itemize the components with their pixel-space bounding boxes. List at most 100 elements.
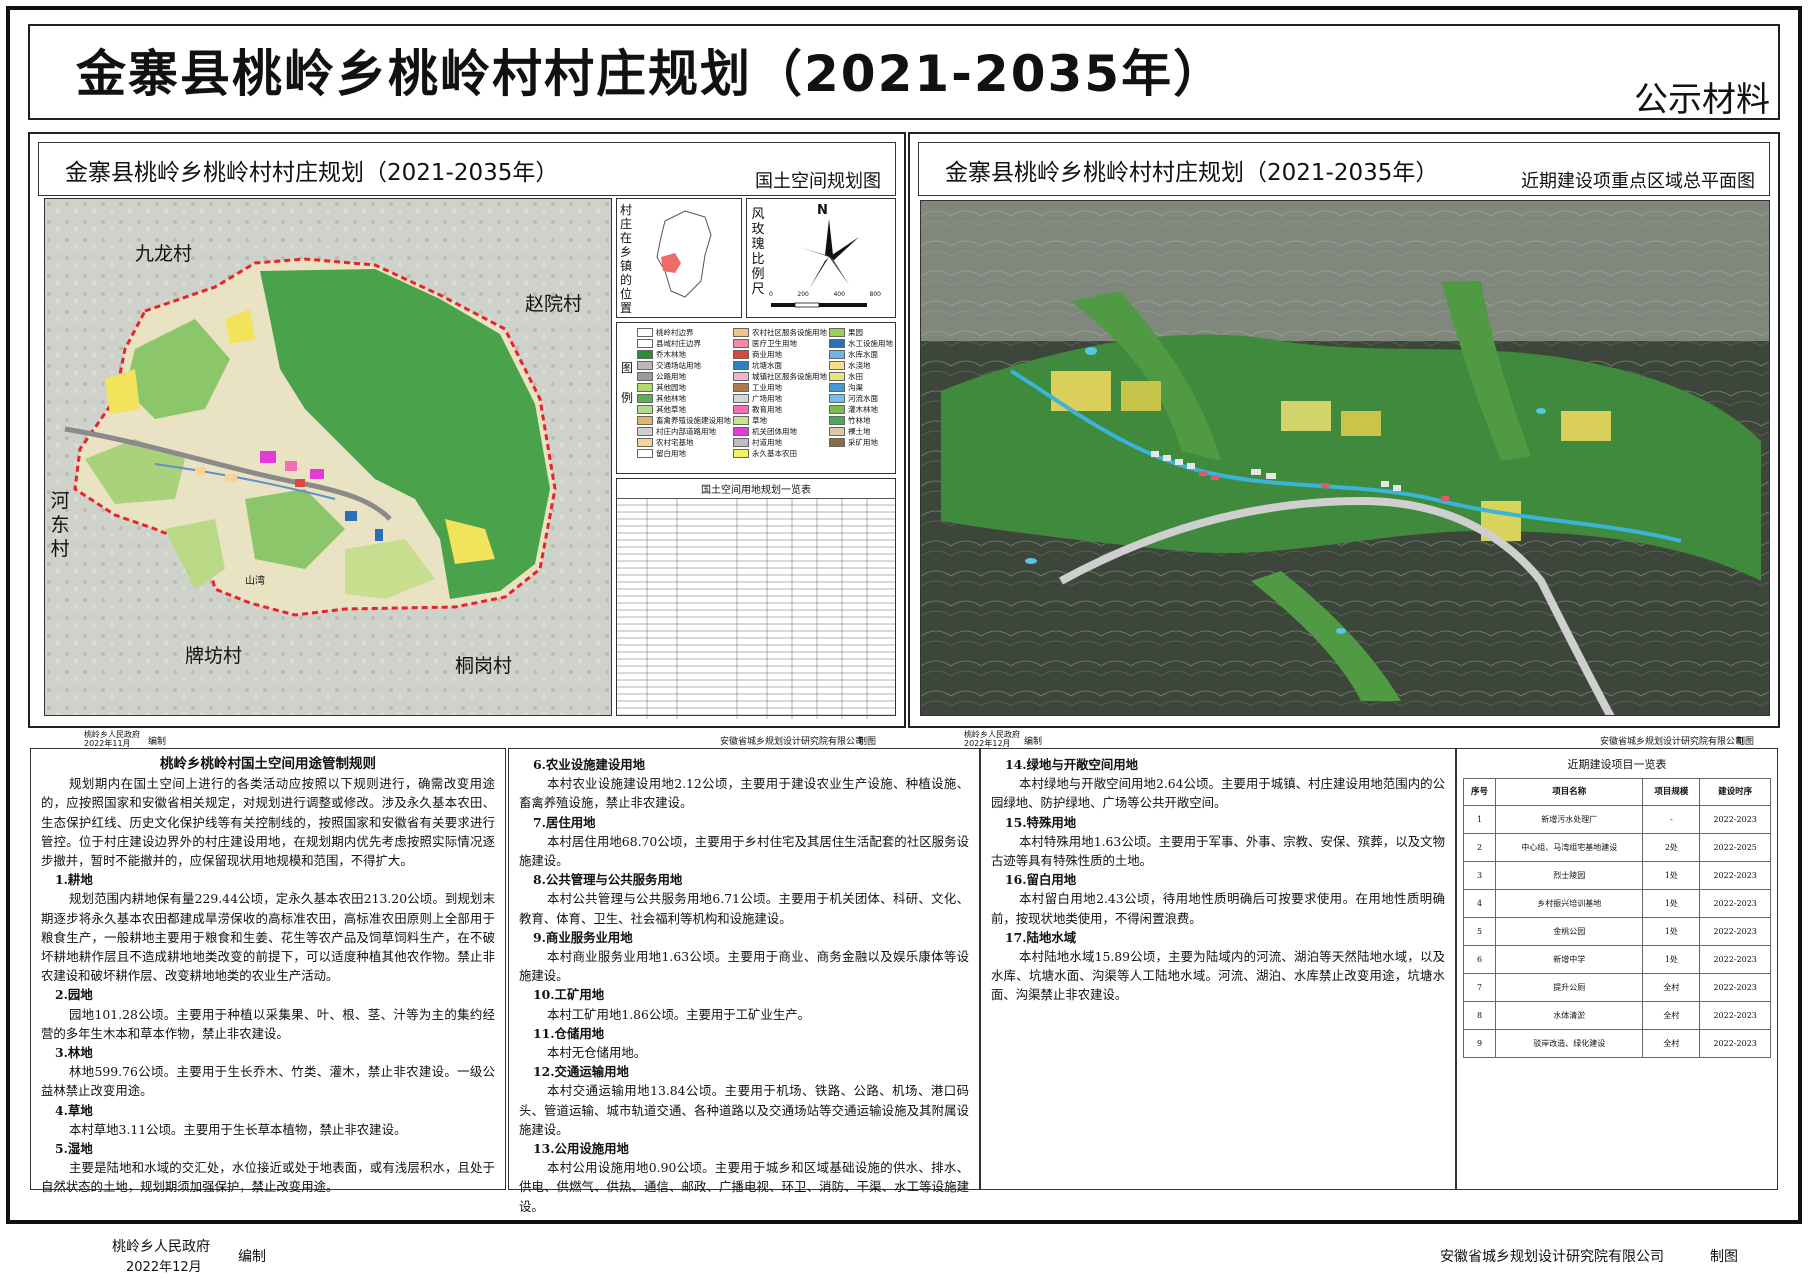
- legend-swatch: [829, 383, 845, 392]
- table-cell: 5: [1462, 917, 1497, 947]
- table-row: 7 提升公厕 全村 2022-2023: [1462, 973, 1771, 1003]
- rule-section-heading: 14.绿地与开敞空间用地: [1005, 757, 1139, 772]
- legend-swatch: [733, 394, 749, 403]
- north-arrow-label: N: [817, 203, 828, 218]
- table-cell: 8: [1462, 1001, 1497, 1031]
- legend-item: 水库水面: [829, 349, 893, 360]
- legend-swatch: [637, 394, 653, 403]
- table-row: 3 烈士陵园 1处 2022-2023: [1462, 861, 1771, 891]
- rule-section-body: 规划范围内耕地保有量229.44公顷，定永久基本农田213.20公顷。到规划末期…: [41, 891, 495, 984]
- rule-section-body: 园地101.28公顷。主要用于种植以采集果、叶、根、茎、汁等为主的集约经营的多年…: [41, 1006, 495, 1041]
- rule-section-heading: 5.湿地: [55, 1141, 93, 1157]
- table-row: 8 水体清淤 全村 2022-2023: [1462, 1001, 1771, 1031]
- rules-heading: 桃岭乡桃岭村国土空间用途管制规则: [160, 756, 376, 772]
- site-plan-graphic: [921, 201, 1769, 715]
- table-cell: 6: [1462, 945, 1497, 975]
- table-cell: 2022-2023: [1699, 917, 1771, 947]
- rule-section-body: 本村绿地与开敞空间用地2.64公顷。主要用于城镇、村庄建设用地范围内的公园绿地、…: [991, 776, 1445, 811]
- legend-swatch: [829, 394, 845, 403]
- legend-label-text: 留白用地: [656, 449, 686, 458]
- table-cell: 全村: [1642, 1001, 1701, 1031]
- rule-section-heading: 1.耕地: [55, 872, 93, 888]
- legend-item: 采矿用地: [829, 437, 893, 448]
- projects-box: 近期建设项目一览表 序号 项目名称 项目规模 建设时序 1 新增污水处理厂 -2022-2…: [1456, 748, 1778, 1190]
- legend-item: 县域村庄边界: [637, 338, 731, 349]
- legend-item: 机关团体用地: [733, 426, 827, 437]
- wind-rose-icon: [799, 219, 859, 289]
- legend-label-text: 其他草地: [656, 405, 686, 414]
- legend-label-text: 坑塘水面: [752, 361, 782, 370]
- scale-tick: 800: [869, 291, 881, 298]
- legend-item: 水浇地: [829, 360, 893, 371]
- legend-item: 城镇社区服务设施用地: [733, 371, 827, 382]
- legend-item: 果园: [829, 327, 893, 338]
- rules-col3-list: 14.绿地与开敞空间用地本村绿地与开敞空间用地2.64公顷。主要用于城镇、村庄建…: [991, 755, 1445, 1005]
- legend-label-text: 采矿用地: [848, 438, 878, 447]
- legend-item: 水田: [829, 371, 893, 382]
- land-use-table-title: 国土空间用地规划一览表: [617, 479, 895, 499]
- legend-swatch: [829, 350, 845, 359]
- legend-item: 商业用地: [733, 349, 827, 360]
- legend-label-text: 沟渠: [848, 383, 863, 392]
- legend-item: 河流水面: [829, 393, 893, 404]
- legend-swatch: [637, 328, 653, 337]
- legend-item: 村道用地: [733, 437, 827, 448]
- map-label-hedong: 河东村: [50, 490, 70, 560]
- table-cell: 2022-2023: [1699, 1001, 1771, 1031]
- table-cell: 2022-2025: [1699, 833, 1771, 863]
- scale-tick: 200: [797, 291, 809, 298]
- scale-tick: 400: [833, 291, 845, 298]
- legend-item: 广场用地: [733, 393, 827, 404]
- rule-section-heading: 4.草地: [55, 1102, 93, 1118]
- legend-swatch: [637, 361, 653, 370]
- land-use-table: 国土空间用地规划一览表: [616, 478, 896, 719]
- rules-intro: 规划期内在国土空间上进行的各类活动应按照以下规则进行，确需改变用途的，应按照国家…: [41, 776, 495, 869]
- table-cell: 中心组、马湾组宅基地建设: [1495, 833, 1644, 863]
- legend-item: 留白用地: [637, 448, 731, 459]
- legend-item: 水工设施用地: [829, 338, 893, 349]
- legend-label-text: 其他林地: [656, 394, 686, 403]
- rules-column-1: 桃岭乡桃岭村国土空间用途管制规则 规划期内在国土空间上进行的各类活动应按照以下规…: [30, 748, 506, 1194]
- projects-table: 序号 项目名称 项目规模 建设时序 1 新增污水处理厂 -2022-2023 2 中心组、马湾…: [1462, 778, 1771, 1059]
- map-label-jiulong: 九龙村: [135, 243, 193, 265]
- inset-map: [656, 210, 712, 298]
- legend-swatch: [733, 427, 749, 436]
- legend-swatch: [829, 427, 845, 436]
- rose-label: 风玫瑰比例尺: [751, 207, 765, 297]
- footer-org-right: 安徽省城乡规划设计研究院有限公司: [1440, 1249, 1664, 1265]
- table-cell: 2处: [1642, 833, 1701, 863]
- rules-col1-list: 1.耕地规划范围内耕地保有量229.44公顷，定永久基本农田213.20公顷。到…: [41, 870, 495, 1196]
- legend-swatch: [733, 339, 749, 348]
- legend-label-text: 水田: [848, 372, 863, 381]
- footer-org-left: 桃岭乡人民政府: [112, 1239, 210, 1255]
- table-cell: 2: [1462, 833, 1497, 863]
- table-cell: 2022-2023: [1699, 805, 1771, 835]
- rule-section-body: 本村公共管理与公共服务用地6.71公顷。主要用于机关团体、科研、文化、教育、体育…: [519, 891, 969, 926]
- legend-swatch: [829, 438, 845, 447]
- legend-item: 交通场站用地: [637, 360, 731, 371]
- legend-swatch: [637, 350, 653, 359]
- legend-swatch: [733, 372, 749, 381]
- map-label-shanwan: 山湾: [245, 576, 265, 587]
- table-cell: 2022-2023: [1699, 945, 1771, 975]
- rule-section-body: 本村陆地水域15.89公顷，主要为陆域内的河流、湖泊等天然陆地水域，以及水库、坑…: [991, 949, 1445, 1003]
- panel-header: 金寨县桃岭乡桃岭村村庄规划（2021-2035年） 国土空间规划图: [38, 142, 896, 196]
- left-panel-credit-org: 桃岭乡人民政府 2022年11月: [84, 730, 140, 748]
- legend-item: 桃岭村边界: [637, 327, 731, 338]
- table-cell: 2022-2023: [1699, 861, 1771, 891]
- legend-item: 其他草地: [637, 404, 731, 415]
- panel-subtitle: 国土空间规划图: [755, 171, 881, 192]
- table-cell: 1处: [1642, 917, 1701, 947]
- legend-grid: 桃岭村边界 农村社区服务设施用地 果园 县域村庄边界 医疗卫生用地 水工设施用地 乔木林地 商…: [637, 327, 893, 459]
- table-cell: 1: [1462, 805, 1497, 835]
- table-cell: 2022-2023: [1699, 889, 1771, 919]
- land-use-map-graphic: [45, 199, 611, 715]
- table-row: 2 中心组、马湾组宅基地建设 2处 2022-2025: [1462, 833, 1771, 863]
- legend-item: 其他园地: [637, 382, 731, 393]
- rule-section-heading: 9.商业服务业用地: [533, 929, 633, 945]
- rule-section-heading: 3.林地: [55, 1045, 93, 1061]
- legend-label-text: 村道用地: [752, 438, 782, 447]
- legend-label-text: 灌木林地: [848, 405, 878, 414]
- land-use-map: 九龙村 赵院村 河东村 牌坊村 桐岗村 山湾: [44, 198, 612, 716]
- legend-label-text: 果园: [848, 328, 863, 337]
